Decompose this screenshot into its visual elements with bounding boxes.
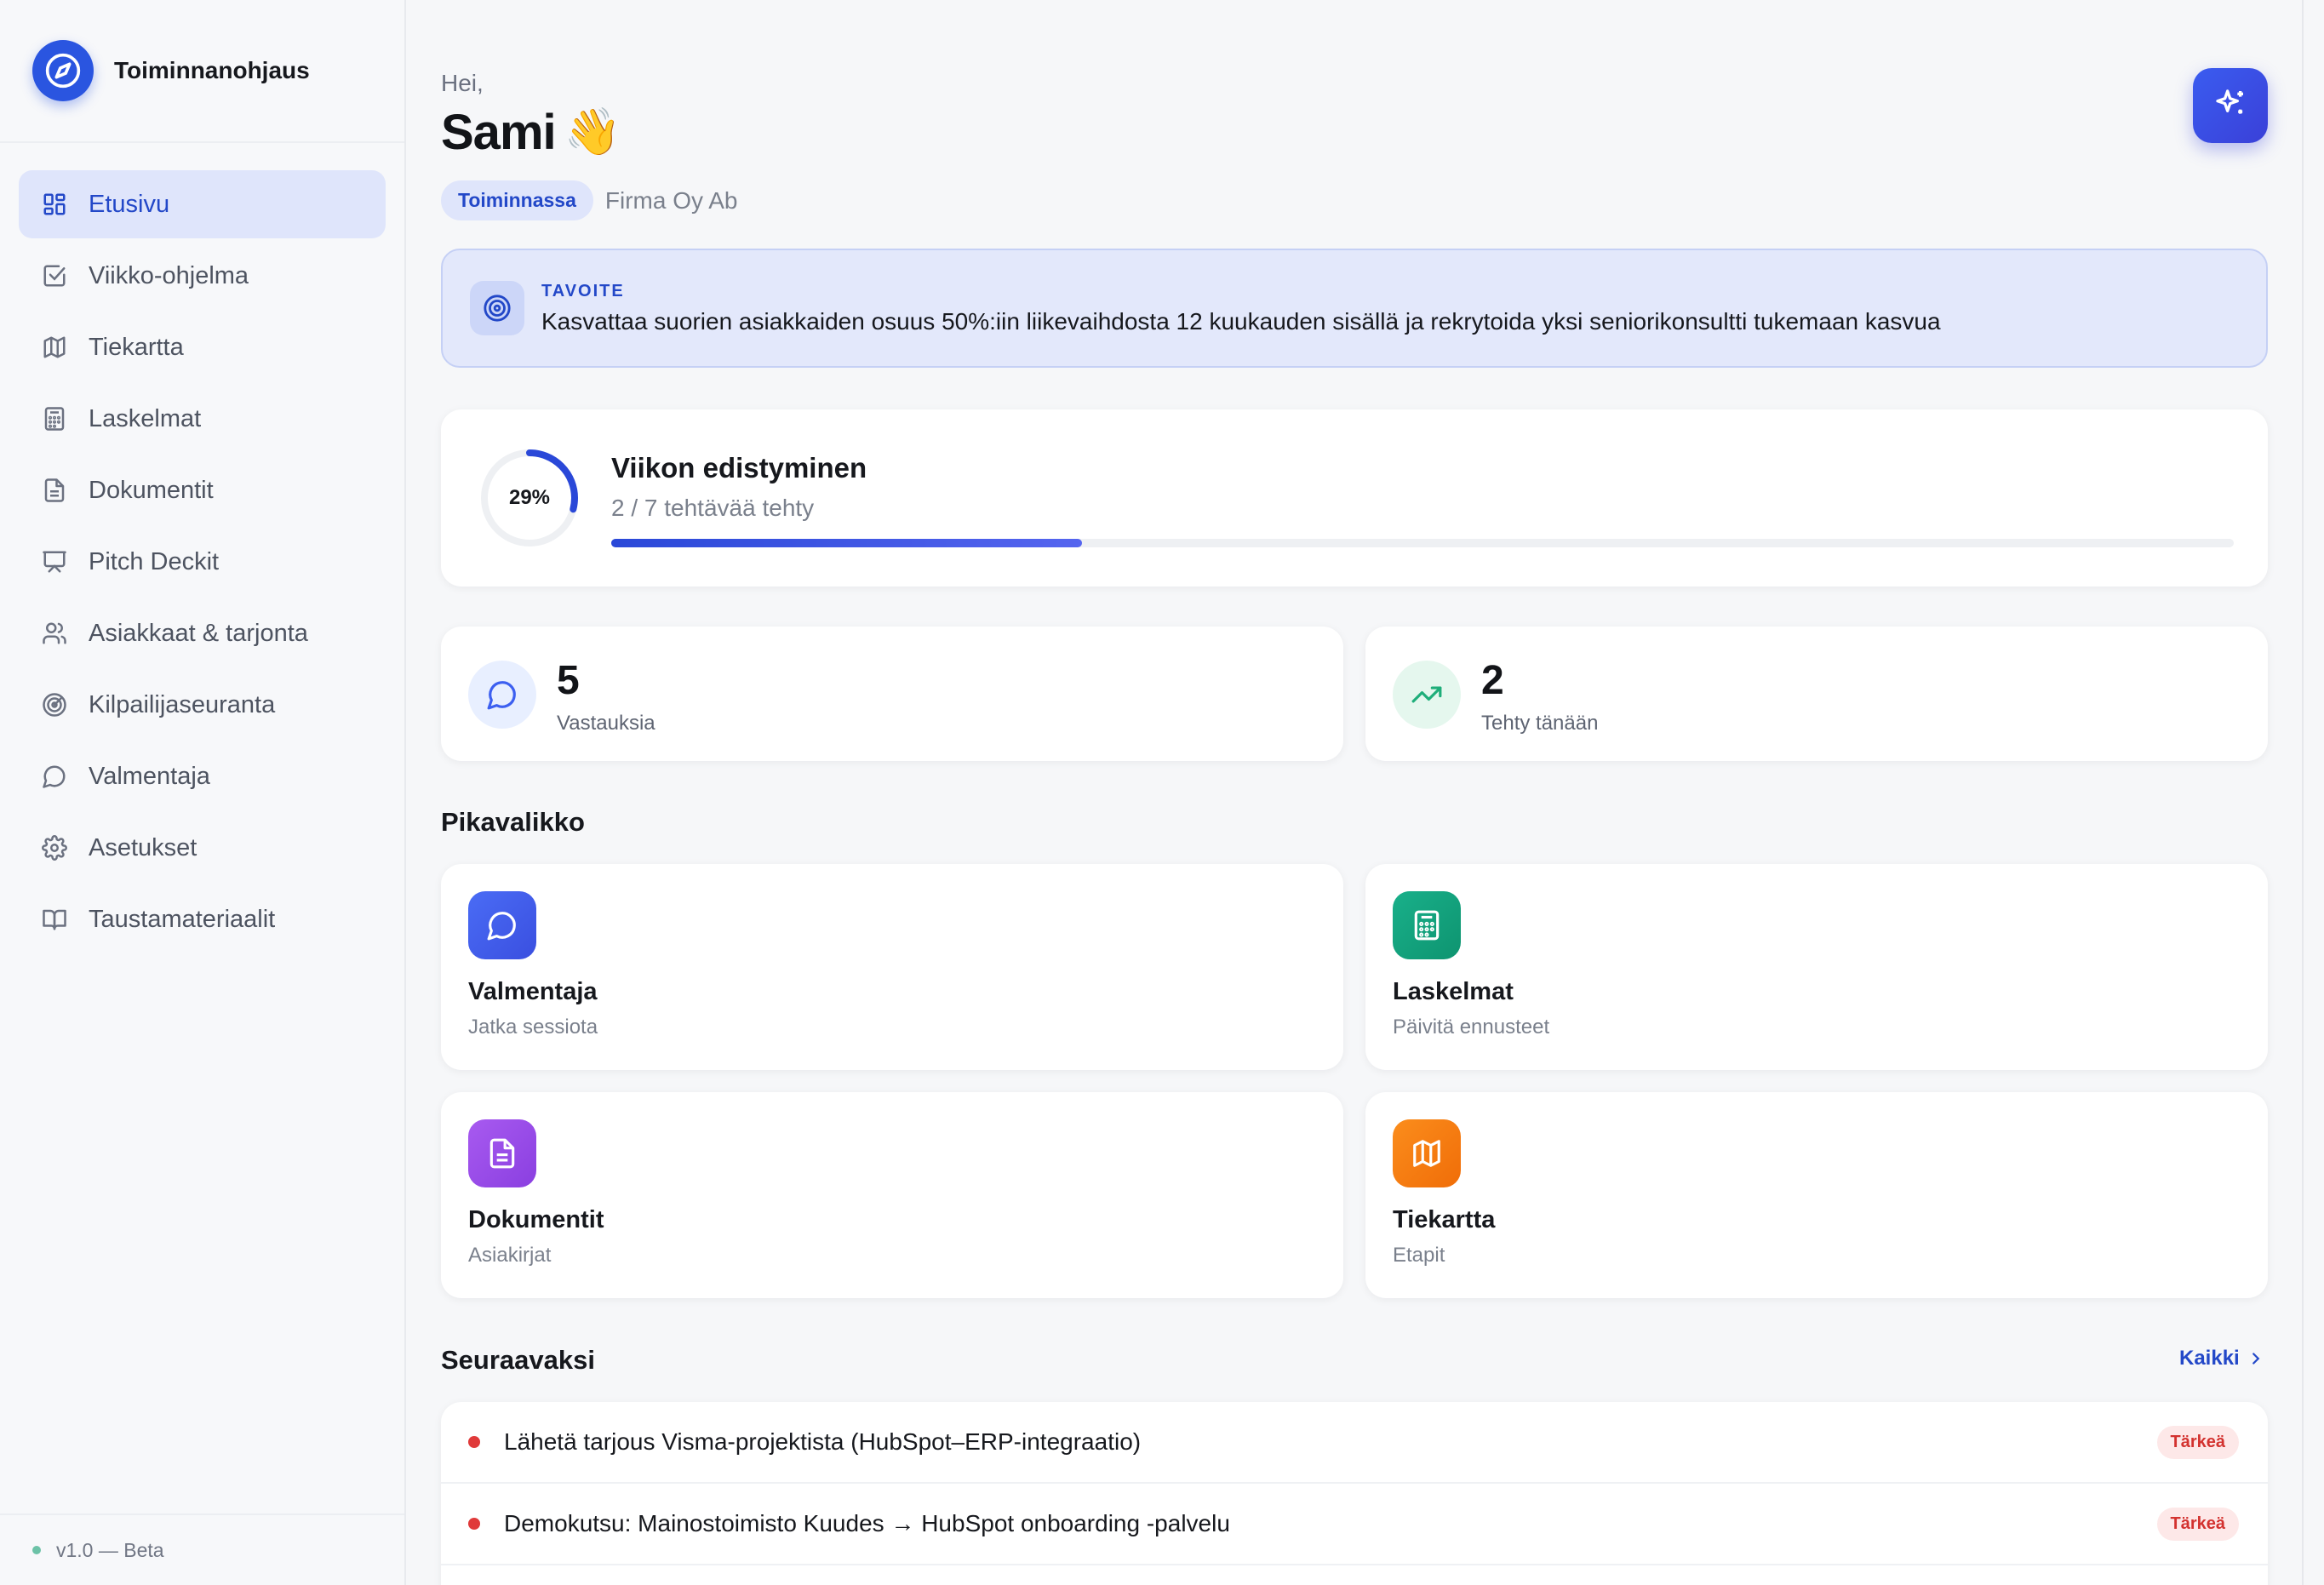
- calculator-icon: [39, 403, 70, 434]
- document-icon: [39, 475, 70, 506]
- checkbox-icon: [39, 260, 70, 291]
- stat-label: Tehty tänään: [1481, 712, 1599, 735]
- quick-item-subtitle: Päivitä ennusteet: [1393, 1016, 1550, 1039]
- stat-value: 5: [557, 658, 580, 703]
- quick-item-valmentaja[interactable]: Valmentaja Jatka sessiota: [441, 864, 1343, 1070]
- quick-item-title: Laskelmat: [1393, 978, 1514, 1005]
- sidebar-item-label: Taustamateriaalit: [89, 905, 276, 933]
- user-name-heading: Sami 👋: [441, 104, 621, 161]
- quick-item-title: Valmentaja: [468, 978, 598, 1005]
- stat-value: 2: [1481, 658, 1504, 703]
- sidebar-item-tiekartta[interactable]: Tiekartta: [19, 313, 386, 381]
- users-icon: [39, 618, 70, 649]
- book-icon: [39, 904, 70, 935]
- sidebar-item-dokumentit[interactable]: Dokumentit: [19, 456, 386, 524]
- progress-percent: 29%: [508, 486, 551, 509]
- quick-item-subtitle: Etapit: [1393, 1244, 1445, 1267]
- window-edge: [2302, 0, 2304, 1585]
- presentation-icon: [39, 546, 70, 577]
- quick-item-title: Dokumentit: [468, 1206, 604, 1233]
- sparkles-icon: [2213, 87, 2247, 125]
- task-text: Lähetä tarjous Visma-projektista (HubSpo…: [504, 1428, 1142, 1455]
- status-badge: Toiminnassa: [441, 180, 593, 220]
- goal-text: Kasvattaa suorien asiakkaiden osuus 50%:…: [541, 307, 1941, 335]
- map-icon: [1393, 1119, 1461, 1187]
- status-dot: [32, 1546, 41, 1554]
- radar-icon: [39, 690, 70, 720]
- stat-card-responses[interactable]: 5 Vastauksia: [441, 627, 1343, 761]
- wave-emoji: 👋: [564, 106, 621, 157]
- target-icon: [470, 281, 524, 335]
- quick-item-laskelmat[interactable]: Laskelmat Päivitä ennusteet: [1365, 864, 2268, 1070]
- company-name: Firma Oy Ab: [604, 186, 738, 214]
- sidebar-item-valmentaja[interactable]: Valmentaja: [19, 742, 386, 810]
- goal-banner: TAVOITE Kasvattaa suorien asiakkaiden os…: [441, 249, 2268, 368]
- priority-badge: Tärkeä: [2156, 1425, 2239, 1459]
- progress-subtitle: 2 / 7 tehtävää tehty: [611, 495, 815, 521]
- progress-title: Viikon edistyminen: [611, 452, 867, 484]
- sidebar-item-taustamateriaalit[interactable]: Taustamateriaalit: [19, 885, 386, 953]
- brand[interactable]: Toiminnanohjaus: [0, 0, 404, 143]
- stat-label: Vastauksia: [557, 712, 655, 735]
- quick-item-tiekartta[interactable]: Tiekartta Etapit: [1365, 1092, 2268, 1298]
- sidebar: Toiminnanohjaus Etusivu Viikko-ohjelma T…: [0, 0, 406, 1585]
- sidebar-item-label: Laskelmat: [89, 404, 202, 432]
- sidebar-item-viikko-ohjelma[interactable]: Viikko-ohjelma: [19, 242, 386, 310]
- document-icon: [468, 1119, 536, 1187]
- chat-icon: [39, 761, 70, 792]
- quick-menu-title: Pikavalikko: [441, 807, 585, 837]
- sidebar-item-label: Pitch Deckit: [89, 547, 220, 575]
- task-row[interactable]: Demokutsu: Mainostoimisto Kuudes → HubSp…: [441, 1484, 2268, 1565]
- priority-dot: [468, 1518, 480, 1530]
- gear-icon: [39, 833, 70, 863]
- sidebar-item-pitch-deckit[interactable]: Pitch Deckit: [19, 528, 386, 596]
- calculator-icon: [1393, 891, 1461, 959]
- sidebar-item-etusivu[interactable]: Etusivu: [19, 170, 386, 238]
- sidebar-item-label: Tiekartta: [89, 333, 184, 361]
- task-row[interactable]: Lähetä tarjous Visma-projektista (HubSpo…: [441, 1402, 2268, 1484]
- sidebar-item-label: Kilpailijaseuranta: [89, 690, 276, 718]
- version-label: v1.0 — Beta: [56, 1538, 164, 1561]
- next-section-title: Seuraavaksi: [441, 1345, 595, 1375]
- sidebar-item-label: Dokumentit: [89, 476, 214, 504]
- priority-dot: [468, 1436, 480, 1448]
- progress-bar-fill: [611, 539, 1082, 547]
- compass-icon: [32, 40, 94, 101]
- map-icon: [39, 332, 70, 363]
- version-footer: v1.0 — Beta: [0, 1513, 404, 1585]
- sidebar-item-asetukset[interactable]: Asetukset: [19, 814, 386, 882]
- chat-icon: [468, 661, 536, 729]
- chevron-right-icon: [2247, 1349, 2265, 1368]
- sidebar-item-label: Valmentaja: [89, 762, 210, 790]
- view-all-label: Kaikki: [2179, 1347, 2240, 1370]
- next-tasks-list: Lähetä tarjous Visma-projektista (HubSpo…: [441, 1402, 2268, 1585]
- weekly-progress-card: 29% Viikon edistyminen 2 / 7 tehtävää te…: [441, 409, 2268, 587]
- quick-item-subtitle: Asiakirjat: [468, 1244, 552, 1267]
- quick-item-dokumentit[interactable]: Dokumentit Asiakirjat: [441, 1092, 1343, 1298]
- sidebar-item-label: Asiakkaat & tarjonta: [89, 619, 308, 647]
- sidebar-nav: Etusivu Viikko-ohjelma Tiekartta Laskelm…: [0, 143, 404, 953]
- quick-item-title: Tiekartta: [1393, 1206, 1496, 1233]
- greeting: Hei,: [441, 70, 484, 96]
- status-row: Toiminnassa Firma Oy Ab: [441, 180, 737, 220]
- stat-card-done-today[interactable]: 2 Tehty tänään: [1365, 627, 2268, 761]
- trending-up-icon: [1393, 661, 1461, 729]
- user-name: Sami: [441, 105, 557, 160]
- quick-item-subtitle: Jatka sessiota: [468, 1016, 598, 1039]
- progress-bar: [611, 539, 2234, 547]
- sidebar-item-kilpailijaseuranta[interactable]: Kilpailijaseuranta: [19, 671, 386, 739]
- sidebar-item-label: Asetukset: [89, 833, 197, 861]
- grid-icon: [39, 189, 70, 220]
- sidebar-item-label: Etusivu: [89, 190, 170, 218]
- sidebar-item-laskelmat[interactable]: Laskelmat: [19, 385, 386, 453]
- sidebar-item-label: Viikko-ohjelma: [89, 261, 249, 289]
- chat-icon: [468, 891, 536, 959]
- ai-assistant-button[interactable]: [2193, 68, 2268, 143]
- app-name: Toiminnanohjaus: [114, 57, 310, 83]
- view-all-link[interactable]: Kaikki: [2179, 1347, 2265, 1370]
- goal-label: TAVOITE: [541, 281, 625, 300]
- task-text: Demokutsu: Mainostoimisto Kuudes → HubSp…: [504, 1510, 1230, 1536]
- sidebar-item-asiakkaat[interactable]: Asiakkaat & tarjonta: [19, 599, 386, 667]
- priority-badge: Tärkeä: [2156, 1507, 2239, 1541]
